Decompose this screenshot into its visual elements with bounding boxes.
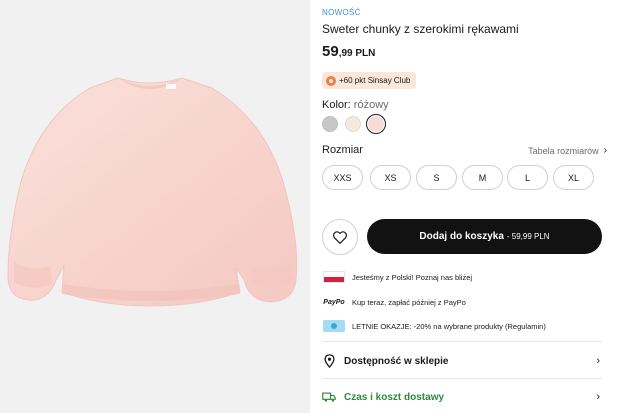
coin-icon (326, 75, 336, 86)
club-points-text: +60 pkt Sinsay Club (339, 76, 411, 85)
promo-summer-deals[interactable]: LETNIE OKAZJE: -20% na wybrane produkty … (322, 319, 546, 333)
swatch-gray[interactable] (322, 116, 338, 132)
add-to-cart-button[interactable]: Dodaj do koszyka - 59,99 PLN (367, 219, 602, 254)
product-info: NOWOŚĆ Sweter chunky z szerokimi rękawam… (322, 0, 607, 413)
size-option-xxs[interactable]: XXS (322, 165, 363, 190)
wishlist-button[interactable] (322, 219, 358, 255)
promo-summer-text: LETNIE OKAZJE: -20% na wybrane produkty … (352, 321, 546, 331)
size-option-xs[interactable]: XS (370, 165, 411, 190)
size-guide-text: Tabela rozmiarów (528, 145, 599, 156)
poland-flag-icon (322, 270, 346, 284)
swatch-cream[interactable] (345, 116, 361, 132)
ticket-icon (322, 319, 346, 333)
paypo-logo-text: PayPo (323, 298, 345, 306)
size-option-xl[interactable]: XL (553, 165, 594, 190)
price-integer: 59 (322, 43, 339, 60)
size-label: Rozmiar (322, 144, 363, 156)
divider (322, 341, 602, 342)
delivery-label: Czas i koszt dostawy (344, 391, 445, 403)
price-currency: PLN (352, 48, 376, 59)
chevron-right-icon: › (603, 145, 607, 156)
add-to-cart-price: - 59,99 PLN (506, 232, 550, 241)
new-badge: NOWOŚĆ (322, 8, 361, 17)
chevron-right-icon: › (596, 391, 600, 403)
swatch-pink (368, 116, 384, 132)
sweater-image (7, 77, 298, 307)
store-availability-label: Dostępność w sklepie (344, 355, 449, 367)
size-option-s[interactable]: S (416, 165, 457, 190)
divider (322, 378, 602, 379)
club-points-badge: +60 pkt Sinsay Club (322, 72, 417, 89)
paypo-logo: PayPo (322, 295, 346, 309)
size-guide-link[interactable]: Tabela rozmiarów › (528, 145, 607, 156)
promo-paypo[interactable]: PayPo Kup teraz, zapłać później z PayPo (322, 295, 466, 309)
delivery-truck-icon (322, 390, 336, 404)
promo-paypo-text: Kup teraz, zapłać później z PayPo (352, 297, 466, 307)
location-pin-icon (322, 354, 336, 368)
heart-icon (333, 230, 347, 244)
promo-poland-text: Jesteśmy z Polski! Poznaj nas bliżej (352, 272, 473, 282)
color-label: Kolor: różowy (322, 99, 389, 111)
product-image[interactable] (0, 0, 310, 413)
delivery-time-cost-row[interactable]: Czas i koszt dostawy › (322, 387, 602, 407)
promo-poland[interactable]: Jesteśmy z Polski! Poznaj nas bliżej (322, 270, 472, 284)
size-option-m[interactable]: M (462, 165, 503, 190)
price-decimal: ,99 (338, 48, 353, 59)
size-option-l[interactable]: L (507, 165, 548, 190)
product-title: Sweter chunky z szerokimi rękawami (322, 22, 519, 36)
color-label-prefix: Kolor: (322, 99, 354, 111)
color-value: różowy (353, 99, 389, 111)
add-to-cart-label: Dodaj do koszyka (419, 231, 504, 242)
chevron-right-icon: › (596, 355, 600, 367)
store-availability-row[interactable]: Dostępność w sklepie › (322, 351, 602, 371)
product-price: 59,99 PLN (322, 43, 375, 60)
swatch-pink-selected[interactable] (366, 114, 386, 134)
